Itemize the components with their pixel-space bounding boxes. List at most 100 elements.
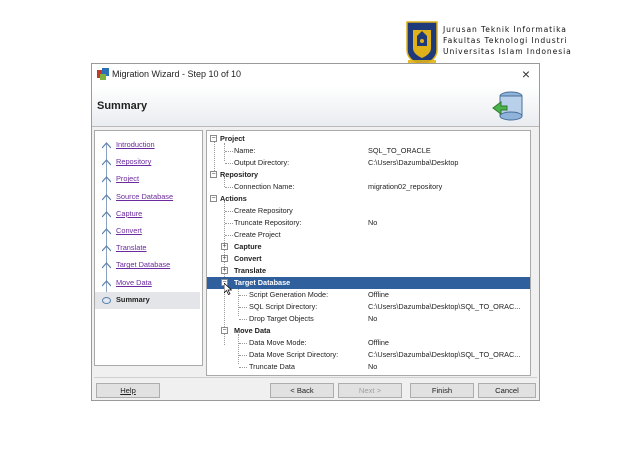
wizard-step-summary[interactable]: Summary: [95, 291, 200, 309]
expand-icon[interactable]: +: [221, 255, 228, 262]
step-node-icon: [102, 159, 111, 166]
tree-node-actions[interactable]: − Actions: [207, 193, 530, 205]
wizard-step-label: Translate: [116, 243, 147, 253]
collapse-icon[interactable]: −: [210, 135, 217, 142]
back-button-label: < Back: [290, 386, 314, 395]
tree-row[interactable]: SQL Script Directory: C:\Users\Dazumba\D…: [207, 301, 530, 313]
tree-value: Offline: [368, 290, 389, 299]
tree-row[interactable]: Script Generation Mode: Offline: [207, 289, 530, 301]
tree-node-convert[interactable]: + Convert: [207, 253, 530, 265]
step-node-icon: [102, 245, 111, 252]
wizard-step-repository[interactable]: Repository: [95, 154, 200, 171]
wizard-step-source-database[interactable]: Source Database: [95, 189, 200, 206]
tree-node-capture[interactable]: + Capture: [207, 241, 530, 253]
tree-value: No: [368, 314, 378, 323]
tree-node-translate[interactable]: + Translate: [207, 265, 530, 277]
help-button-label: Help: [120, 386, 136, 395]
tree-row[interactable]: Connection Name: migration02_repository: [207, 181, 530, 193]
tree-key: Data Move Mode:: [249, 338, 307, 347]
wizard-step-translate[interactable]: Translate: [95, 240, 200, 257]
tree-key: SQL Script Directory:: [249, 302, 318, 311]
expand-icon[interactable]: +: [221, 267, 228, 274]
tree-key: Truncate Data: [249, 362, 295, 371]
step-node-icon: [102, 210, 111, 218]
wizard-step-introduction[interactable]: Introduction: [95, 137, 200, 154]
migration-wizard-dialog: Migration Wizard - Step 10 of 10 × Summa…: [91, 63, 540, 401]
tree-row[interactable]: Create Repository: [207, 205, 530, 217]
tree-key: Data Move Script Directory:: [249, 350, 339, 359]
window-title: Migration Wizard - Step 10 of 10: [112, 69, 242, 79]
step-node-icon: [102, 193, 111, 200]
step-node-icon: [102, 142, 111, 149]
tree-node-repository[interactable]: − Repository: [207, 169, 530, 181]
tree-key: Truncate Repository:: [234, 218, 302, 227]
tree-value: migration02_repository: [368, 182, 443, 191]
tree-value: C:\Users\Dazumba\Desktop\SQL_TO_ORAC...: [368, 302, 521, 311]
tree-node-label: Capture: [234, 242, 262, 251]
page-title: Summary: [97, 100, 148, 112]
expand-icon[interactable]: +: [221, 243, 228, 250]
tree-row[interactable]: Output Directory: C:\Users\Dazumba\Deskt…: [207, 157, 530, 169]
tree-node-label: Project: [220, 134, 245, 143]
wizard-step-capture[interactable]: Capture: [95, 206, 200, 223]
finish-button[interactable]: Finish: [410, 383, 474, 398]
header-banner: Summary: [92, 86, 539, 127]
tree-node-label: Actions: [220, 194, 247, 203]
wizard-step-convert[interactable]: Convert: [95, 223, 200, 240]
current-step-icon: [102, 296, 111, 304]
tree-value: C:\Users\Dazumba\Desktop\SQL_TO_ORAC...: [368, 350, 521, 359]
tree-row[interactable]: Data Move Script Directory: C:\Users\Daz…: [207, 349, 530, 361]
app-icon: [97, 68, 109, 80]
summary-tree[interactable]: − Project Name: SQL_TO_ORACLE Output Dir…: [206, 130, 531, 376]
collapse-icon[interactable]: −: [221, 327, 228, 334]
tree-value: Offline: [368, 338, 389, 347]
institution-line: Jurusan Teknik Informatika: [443, 25, 567, 34]
tree-row[interactable]: Data Move Mode: Offline: [207, 337, 530, 349]
tree-key: Create Project: [234, 230, 281, 239]
next-button[interactable]: Next >: [338, 383, 402, 398]
wizard-step-label: Repository: [116, 157, 152, 167]
footer-divider: [94, 377, 537, 378]
wizard-step-target-database[interactable]: Target Database: [95, 257, 200, 274]
tree-key: Connection Name:: [234, 182, 295, 191]
tree-row[interactable]: Truncate Repository: No: [207, 217, 530, 229]
wizard-step-label: Introduction: [116, 140, 155, 149]
tree-row[interactable]: Name: SQL_TO_ORACLE: [207, 145, 530, 157]
tree-node-label: Translate: [234, 266, 267, 275]
wizard-step-move-data[interactable]: Move Data: [95, 275, 200, 292]
tree-node-label: Repository: [220, 170, 259, 179]
tree-node-label: Move Data: [234, 326, 271, 335]
step-node-icon: [102, 262, 111, 269]
step-node-icon: [102, 176, 111, 183]
wizard-step-label: Move Data: [116, 277, 152, 287]
tree-row[interactable]: Truncate Data No: [207, 361, 530, 373]
step-node-icon: [102, 228, 111, 235]
tree-row[interactable]: Create Project: [207, 229, 530, 241]
institution-line: Universitas Islam Indonesia: [443, 47, 572, 56]
finish-button-label: Finish: [431, 386, 453, 395]
institution-line: Fakultas Teknologi Industri: [443, 36, 568, 45]
tree-value: No: [368, 218, 378, 227]
back-button[interactable]: < Back: [270, 383, 334, 398]
wizard-step-project[interactable]: Project: [95, 171, 200, 188]
collapse-icon[interactable]: −: [210, 195, 217, 202]
tree-key: Script Generation Mode:: [249, 290, 329, 299]
tree-node-move-data[interactable]: − Move Data: [207, 325, 530, 337]
next-button-label: Next >: [358, 386, 382, 395]
close-icon[interactable]: ×: [522, 66, 530, 82]
wizard-step-label: Target Database: [116, 260, 171, 270]
tree-key: Output Directory:: [234, 158, 290, 167]
collapse-icon[interactable]: −: [210, 171, 217, 178]
wizard-step-label: Capture: [116, 208, 143, 218]
wizard-step-label: Source Database: [116, 191, 174, 201]
institution-text: Jurusan Teknik Informatika Fakultas Tekn…: [443, 24, 572, 57]
title-bar: Migration Wizard - Step 10 of 10 ×: [92, 64, 539, 86]
help-button[interactable]: Help: [96, 383, 160, 398]
tree-node-project[interactable]: − Project: [207, 133, 530, 145]
cancel-button[interactable]: Cancel: [478, 383, 536, 398]
database-migration-icon: [492, 91, 523, 121]
tree-row[interactable]: Drop Target Objects No: [207, 313, 530, 325]
tree-node-target-database[interactable]: − Target Database: [207, 277, 530, 295]
step-node-icon: [102, 279, 111, 286]
wizard-steps-panel: Introduction Repository Project Source Data…: [94, 130, 203, 366]
